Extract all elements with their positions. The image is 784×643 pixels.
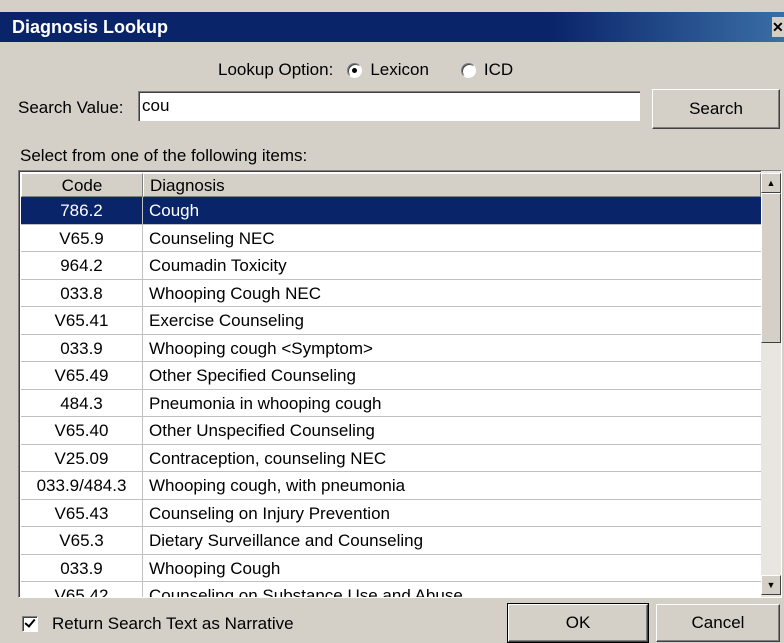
row-code: V65.43: [21, 499, 143, 526]
radio-lexicon[interactable]: Lexicon: [347, 60, 429, 80]
row-diagnosis: Whooping Cough: [149, 558, 281, 578]
row-code: V65.40: [21, 417, 143, 444]
radio-icd-circle[interactable]: [460, 62, 476, 78]
scroll-down-icon[interactable]: ▼: [761, 575, 781, 595]
row-code: 484.3: [21, 389, 143, 416]
search-button[interactable]: Search: [652, 89, 780, 129]
close-icon[interactable]: ✕: [772, 17, 784, 37]
row-diagnosis: Counseling on Injury Prevention: [149, 503, 390, 523]
row-code: V65.42: [21, 582, 143, 597]
table-row[interactable]: 964.2 Coumadin Toxicity: [21, 252, 761, 280]
list-prompt: Select from one of the following items:: [20, 146, 308, 165]
window-title: Diagnosis Lookup: [12, 17, 169, 37]
ok-button[interactable]: OK: [507, 603, 649, 643]
return-narrative-checkbox[interactable]: [22, 616, 38, 632]
title-bar: Diagnosis Lookup ✕: [0, 12, 784, 42]
scroll-up-icon[interactable]: ▲: [761, 173, 781, 193]
table-row[interactable]: V65.3 Dietary Surveillance and Counseling: [21, 527, 761, 555]
row-code: V65.41: [21, 307, 143, 334]
table-row[interactable]: 033.8 Whooping Cough NEC: [21, 279, 761, 307]
radio-lexicon-circle[interactable]: [347, 62, 363, 78]
return-narrative-label[interactable]: Return Search Text as Narrative: [52, 614, 294, 634]
radio-icd-label[interactable]: ICD: [484, 60, 513, 80]
row-code: V65.49: [21, 362, 143, 389]
table-row[interactable]: V65.43 Counseling on Injury Prevention: [21, 499, 761, 527]
scroll-thumb[interactable]: [761, 193, 781, 343]
row-code: V65.9: [21, 224, 143, 251]
search-input[interactable]: [138, 91, 640, 121]
row-code: 033.9: [21, 554, 143, 581]
row-code: V65.3: [21, 527, 143, 554]
row-diagnosis: Counseling NEC: [149, 228, 275, 248]
table-row[interactable]: 033.9/484.3 Whooping cough, with pneumoni…: [21, 472, 761, 500]
lookup-option-label: Lookup Option:: [218, 60, 334, 79]
return-narrative-option[interactable]: Return Search Text as Narrative: [22, 614, 294, 634]
list-rows: 786.2 Cough V65.9 Counseling NEC 964.2 Coum…: [21, 197, 761, 598]
row-diagnosis: Coumadin Toxicity: [149, 256, 287, 275]
row-code: V25.09: [21, 444, 143, 471]
row-diagnosis: Other Specified Counseling: [149, 366, 356, 385]
table-row[interactable]: V65.49 Other Specified Counseling: [21, 362, 761, 390]
row-diagnosis: Whooping cough <Symptom>: [149, 338, 373, 358]
table-row[interactable]: V65.42 Counseling on Substance Use and Ab…: [21, 582, 761, 598]
row-diagnosis: Pneumonia in whooping cough: [149, 393, 382, 413]
row-code: 033.9/484.3: [21, 472, 143, 499]
row-diagnosis: Counseling on Substance Use and Abuse: [149, 586, 463, 598]
table-row[interactable]: V25.09 Contraception, counseling NEC: [21, 444, 761, 472]
row-diagnosis: Dietary Surveillance and Counseling: [149, 531, 424, 550]
row-diagnosis: Cough: [149, 201, 200, 220]
search-value-label: Search Value:: [18, 98, 124, 117]
diagnosis-list[interactable]: Code Diagnosis 786.2 Cough V65.9 Counselin…: [18, 170, 782, 598]
table-row[interactable]: V65.9 Counseling NEC: [21, 224, 761, 252]
row-code: 964.2: [21, 252, 143, 279]
row-diagnosis: Whooping Cough NEC: [149, 283, 321, 303]
radio-icd[interactable]: ICD: [460, 60, 513, 80]
row-diagnosis: Contraception, counseling NEC: [149, 448, 387, 468]
table-row[interactable]: 786.2 Cough: [21, 197, 761, 225]
row-code: 033.9: [21, 334, 143, 361]
table-row[interactable]: 484.3 Pneumonia in whooping cough: [21, 389, 761, 417]
table-row[interactable]: V65.40 Other Unspecified Counseling: [21, 417, 761, 445]
row-code: 033.8: [21, 279, 143, 306]
row-code: 786.2: [21, 197, 143, 224]
table-row[interactable]: V65.41 Exercise Counseling: [21, 307, 761, 335]
list-header: Code Diagnosis: [21, 173, 761, 197]
table-row[interactable]: 033.9 Whooping Cough: [21, 554, 761, 582]
row-diagnosis: Whooping cough, with pneumonia: [149, 476, 406, 495]
radio-lexicon-label[interactable]: Lexicon: [370, 60, 429, 80]
column-header-code[interactable]: Code: [21, 173, 143, 197]
row-diagnosis: Exercise Counseling: [149, 311, 304, 330]
vertical-scrollbar[interactable]: ▲ ▼: [761, 171, 781, 597]
lookup-option-group: Lookup Option: Lexicon ICD: [218, 58, 545, 82]
cancel-button[interactable]: Cancel: [656, 604, 780, 642]
column-header-diagnosis[interactable]: Diagnosis: [143, 173, 761, 197]
table-row[interactable]: 033.9 Whooping cough <Symptom>: [21, 334, 761, 362]
row-diagnosis: Other Unspecified Counseling: [149, 421, 375, 440]
